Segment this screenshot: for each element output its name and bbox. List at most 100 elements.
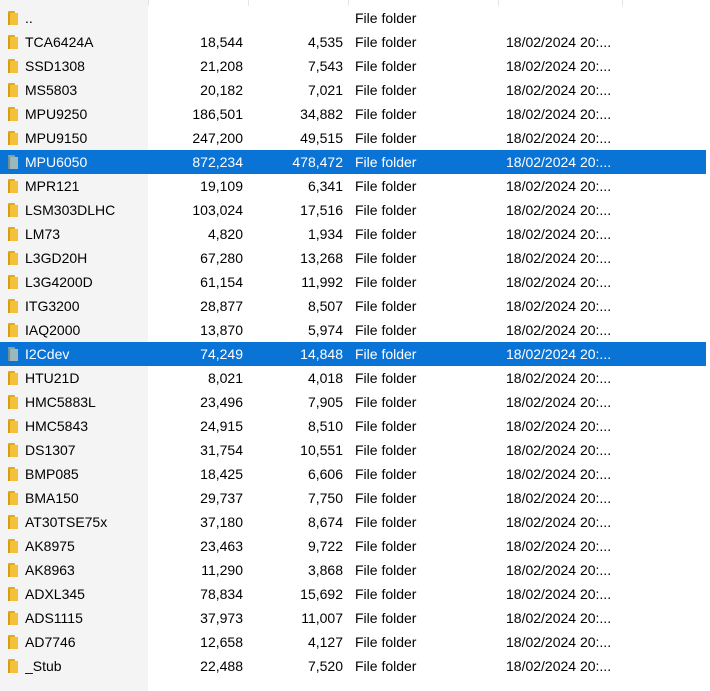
folder-count: 11,992 — [301, 274, 343, 290]
item-type: File folder — [355, 322, 417, 338]
file-count: 4,820 — [207, 226, 243, 242]
folder-icon — [6, 419, 18, 433]
date-modified: 18/02/2024 20:... — [506, 514, 612, 530]
file-list-row[interactable]: TCA6424A 18,544 4,535 File folder 18/02/2024… — [0, 30, 710, 54]
folder-name: MPU9150 — [25, 130, 88, 146]
folder-count: 8,507 — [307, 298, 343, 314]
file-list-row[interactable]: BMA150 29,737 7,750 File folder 18/02/2024 2… — [0, 486, 710, 510]
item-type: File folder — [355, 370, 417, 386]
file-count: 29,737 — [200, 490, 243, 506]
folder-name: HTU21D — [25, 370, 80, 386]
item-type: File folder — [355, 442, 417, 458]
date-modified: 18/02/2024 20:... — [506, 130, 612, 146]
folder-count: 49,515 — [300, 130, 343, 146]
item-type: File folder — [355, 202, 417, 218]
date-modified: 18/02/2024 20:... — [506, 394, 612, 410]
date-modified: 18/02/2024 20:... — [506, 82, 612, 98]
file-count: 61,154 — [200, 274, 243, 290]
file-list-row[interactable]: AK8975 23,463 9,722 File folder 18/02/2024 2… — [0, 534, 710, 558]
folder-icon — [6, 59, 18, 73]
folder-name: BMP085 — [25, 466, 79, 482]
folder-name: ADXL345 — [25, 586, 85, 602]
folder-icon — [6, 443, 18, 457]
file-list-row[interactable]: MS5803 20,182 7,021 File folder 18/02/2024 2… — [0, 78, 710, 102]
folder-name: MPR121 — [25, 178, 80, 194]
file-list-row[interactable]: AD7746 12,658 4,127 File folder 18/02/2024 2… — [0, 630, 710, 654]
file-list-row[interactable]: I2Cdev 74,249 14,848 File folder 18/02/2024 … — [0, 342, 710, 366]
file-list-row[interactable]: MPR121 19,109 6,341 File folder 18/02/2024 2… — [0, 174, 710, 198]
date-modified: 18/02/2024 20:... — [506, 538, 612, 554]
folder-icon — [6, 563, 18, 577]
folder-icon — [6, 659, 18, 673]
item-type: File folder — [355, 250, 417, 266]
folder-name: HMC5883L — [25, 394, 96, 410]
file-list-row[interactable]: .. File folder — [0, 6, 710, 30]
folder-count: 34,882 — [300, 106, 343, 122]
file-count: 37,973 — [200, 610, 243, 626]
folder-name: IAQ2000 — [25, 322, 81, 338]
date-modified: 18/02/2024 20:... — [506, 562, 612, 578]
file-list-row[interactable]: LM73 4,820 1,934 File folder 18/02/2024 20:.… — [0, 222, 710, 246]
file-list-row[interactable]: BMP085 18,425 6,606 File folder 18/02/2024 2… — [0, 462, 710, 486]
file-list-row[interactable]: HMC5843 24,915 8,510 File folder 18/02/2024 … — [0, 414, 710, 438]
folder-icon — [6, 515, 18, 529]
folder-icon — [6, 155, 18, 169]
file-list-row[interactable]: SSD1308 21,208 7,543 File folder 18/02/2024 … — [0, 54, 710, 78]
file-list-row[interactable]: ITG3200 28,877 8,507 File folder 18/02/2024 … — [0, 294, 710, 318]
date-modified: 18/02/2024 20:... — [506, 178, 612, 194]
file-list-row[interactable]: HMC5883L 23,496 7,905 File folder 18/02/2024… — [0, 390, 710, 414]
folder-name: LSM303DLHC — [25, 202, 116, 218]
date-modified: 18/02/2024 20:... — [506, 34, 612, 50]
file-list-row[interactable]: ADS1115 37,973 11,007 File folder 18/02/2024… — [0, 606, 710, 630]
folder-name: .. — [25, 10, 33, 26]
folder-name: BMA150 — [25, 490, 79, 506]
folder-icon — [6, 395, 18, 409]
file-list-row[interactable]: MPU6050 872,234 478,472 File folder 18/02/20… — [0, 150, 710, 174]
file-list-row[interactable]: _Stub 22,488 7,520 File folder 18/02/2024 20… — [0, 654, 710, 678]
folder-name: MPU6050 — [25, 154, 88, 170]
item-type: File folder — [355, 562, 417, 578]
file-list-row[interactable]: AT30TSE75x 37,180 8,674 File folder 18/02/20… — [0, 510, 710, 534]
folder-name: ADS1115 — [25, 610, 83, 626]
folder-name: LM73 — [25, 226, 61, 242]
folder-name: I2Cdev — [25, 346, 70, 362]
file-count: 78,834 — [200, 586, 243, 602]
date-modified: 18/02/2024 20:... — [506, 586, 612, 602]
file-list-row[interactable]: ADXL345 78,834 15,692 File folder 18/02/2024… — [0, 582, 710, 606]
file-list-row[interactable]: DS1307 31,754 10,551 File folder 18/02/2024 … — [0, 438, 710, 462]
file-list-row[interactable]: L3GD20H 67,280 13,268 File folder 18/02/2024… — [0, 246, 710, 270]
folder-name: L3GD20H — [25, 250, 88, 266]
file-count: 19,109 — [200, 178, 243, 194]
file-list[interactable]: .. File folder TCA6424A 18,544 4,535 File fol… — [0, 0, 710, 691]
folder-count: 7,750 — [307, 490, 343, 506]
folder-count: 7,905 — [307, 394, 343, 410]
file-list-row[interactable]: MPU9150 247,200 49,515 File folder 18/02/202… — [0, 126, 710, 150]
file-count: 28,877 — [200, 298, 243, 314]
folder-name: L3G4200D — [25, 274, 93, 290]
file-count: 37,180 — [200, 514, 243, 530]
file-list-row[interactable]: MPU9250 186,501 34,882 File folder 18/02/202… — [0, 102, 710, 126]
item-type: File folder — [355, 418, 417, 434]
folder-name: AD7746 — [25, 634, 76, 650]
folder-icon — [6, 203, 18, 217]
folder-icon — [6, 131, 18, 145]
file-count: 11,290 — [201, 562, 243, 578]
folder-count: 3,868 — [307, 562, 343, 578]
date-modified: 18/02/2024 20:... — [506, 466, 612, 482]
file-list-row[interactable]: IAQ2000 13,870 5,974 File folder 18/02/2024 … — [0, 318, 710, 342]
date-modified: 18/02/2024 20:... — [506, 634, 612, 650]
file-list-row[interactable]: AK8963 11,290 3,868 File folder 18/02/2024 2… — [0, 558, 710, 582]
item-type: File folder — [355, 82, 417, 98]
file-list-row[interactable]: HTU21D 8,021 4,018 File folder 18/02/2024 20… — [0, 366, 710, 390]
file-count: 247,200 — [192, 130, 243, 146]
file-count: 12,658 — [200, 634, 243, 650]
date-modified: 18/02/2024 20:... — [506, 370, 612, 386]
folder-count — [250, 6, 343, 30]
file-list-row[interactable]: L3G4200D 61,154 11,992 File folder 18/02/202… — [0, 270, 710, 294]
folder-icon — [6, 491, 18, 505]
folder-icon — [6, 251, 18, 265]
folder-count: 4,535 — [307, 34, 343, 50]
file-list-row[interactable]: LSM303DLHC 103,024 17,516 File folder 18/02/… — [0, 198, 710, 222]
folder-icon — [6, 323, 18, 337]
date-modified: 18/02/2024 20:... — [506, 106, 612, 122]
